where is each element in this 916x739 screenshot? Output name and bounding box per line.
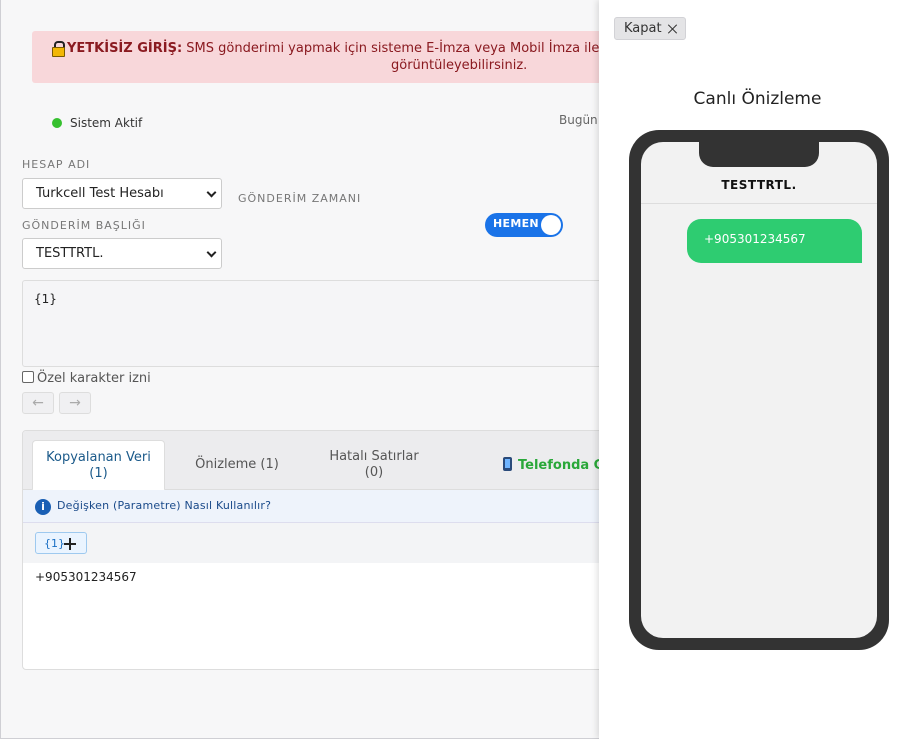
special-char-option[interactable]: Özel karakter izni xyxy=(22,371,151,386)
lock-icon xyxy=(52,41,65,57)
close-button-label: Kapat xyxy=(624,21,662,36)
status-label: Sistem Aktif xyxy=(70,116,143,130)
alert-title: YETKİSİZ GİRİŞ: xyxy=(67,41,183,56)
tab-copied-data-count: (1) xyxy=(89,466,108,481)
close-button[interactable]: Kapat xyxy=(614,17,686,40)
move-icon[interactable] xyxy=(64,538,76,550)
status-dot-icon xyxy=(52,118,62,128)
message-bubble: +905301234567 xyxy=(687,219,862,263)
chevron-down-icon xyxy=(206,187,217,198)
send-time-label: GÖNDERİM ZAMANI xyxy=(238,192,362,205)
send-now-toggle[interactable]: HEMEN xyxy=(485,213,563,237)
preview-title: Canlı Önizleme xyxy=(693,89,822,109)
tab-preview[interactable]: Önizleme (1) xyxy=(187,457,287,473)
header-label: GÖNDERİM BAŞLIĞI xyxy=(22,219,146,232)
alert-text: SMS gönderimi yapmak için sisteme E-İmza… xyxy=(182,41,612,56)
account-select[interactable]: Turkcell Test Hesabı xyxy=(22,178,222,209)
info-icon: i xyxy=(35,499,51,515)
unauthorized-alert: YETKİSİZ GİRİŞ: SMS gönderimi yapmak içi… xyxy=(32,31,632,83)
phone-screen: TESTTRTL. +905301234567 xyxy=(641,142,877,638)
tab-copied-data-label: Kopyalanan Veri xyxy=(46,450,151,465)
alert-line-1: YETKİSİZ GİRİŞ: SMS gönderimi yapmak içi… xyxy=(52,41,612,57)
today-label: Bugün: xyxy=(559,113,602,127)
tab-error-rows-count: (0) xyxy=(364,465,384,480)
parameter-help-bar[interactable]: i Değişken (Parametre) Nasıl Kullanılır? xyxy=(23,490,621,523)
tab-error-rows[interactable]: Hatalı Satırlar (0) xyxy=(319,449,429,481)
tab-error-rows-label: Hatalı Satırlar xyxy=(329,449,419,464)
special-char-checkbox[interactable] xyxy=(22,371,34,383)
phone-icon xyxy=(503,457,512,471)
message-text: {1} xyxy=(34,292,57,306)
account-select-value: Turkcell Test Hesabı xyxy=(36,186,164,201)
toggle-label: HEMEN xyxy=(493,217,539,230)
tab-bar: Kopyalanan Veri (1) Önizleme (1) Hatalı … xyxy=(23,431,621,491)
undo-button[interactable]: ← xyxy=(22,392,54,414)
special-char-label: Özel karakter izni xyxy=(37,371,151,386)
chevron-down-icon xyxy=(206,247,217,258)
account-label: HESAP ADI xyxy=(22,158,91,171)
toggle-knob xyxy=(541,215,561,235)
parameter-chip[interactable]: {1} xyxy=(35,532,87,554)
divider xyxy=(641,203,877,204)
alert-line-2: görüntüleyebilirsiniz. xyxy=(391,58,528,73)
parameter-help-link[interactable]: Değişken (Parametre) Nasıl Kullanılır? xyxy=(57,499,271,512)
data-panel: Kopyalanan Veri (1) Önizleme (1) Hatalı … xyxy=(22,430,622,670)
redo-button[interactable]: → xyxy=(59,392,91,414)
parameter-chip-label: {1} xyxy=(44,537,65,550)
preview-sender: TESTTRTL. xyxy=(721,178,797,192)
tab-copied-data[interactable]: Kopyalanan Veri (1) xyxy=(32,440,165,491)
tab-phone-preview[interactable]: Telefonda Gö xyxy=(503,457,613,474)
message-textarea[interactable]: {1} xyxy=(22,280,622,367)
close-icon xyxy=(667,23,678,34)
phone-mockup: TESTTRTL. +905301234567 xyxy=(629,130,889,650)
header-select-value: TESTTRTL. xyxy=(36,246,104,261)
header-select[interactable]: TESTTRTL. xyxy=(22,238,222,269)
system-status: Sistem Aktif xyxy=(52,116,142,130)
parameter-row: {1} xyxy=(23,523,621,563)
list-item: +905301234567 xyxy=(35,570,137,584)
live-preview-drawer: Kapat Canlı Önizleme TESTTRTL. +90530123… xyxy=(599,0,916,739)
phone-notch xyxy=(699,142,819,167)
